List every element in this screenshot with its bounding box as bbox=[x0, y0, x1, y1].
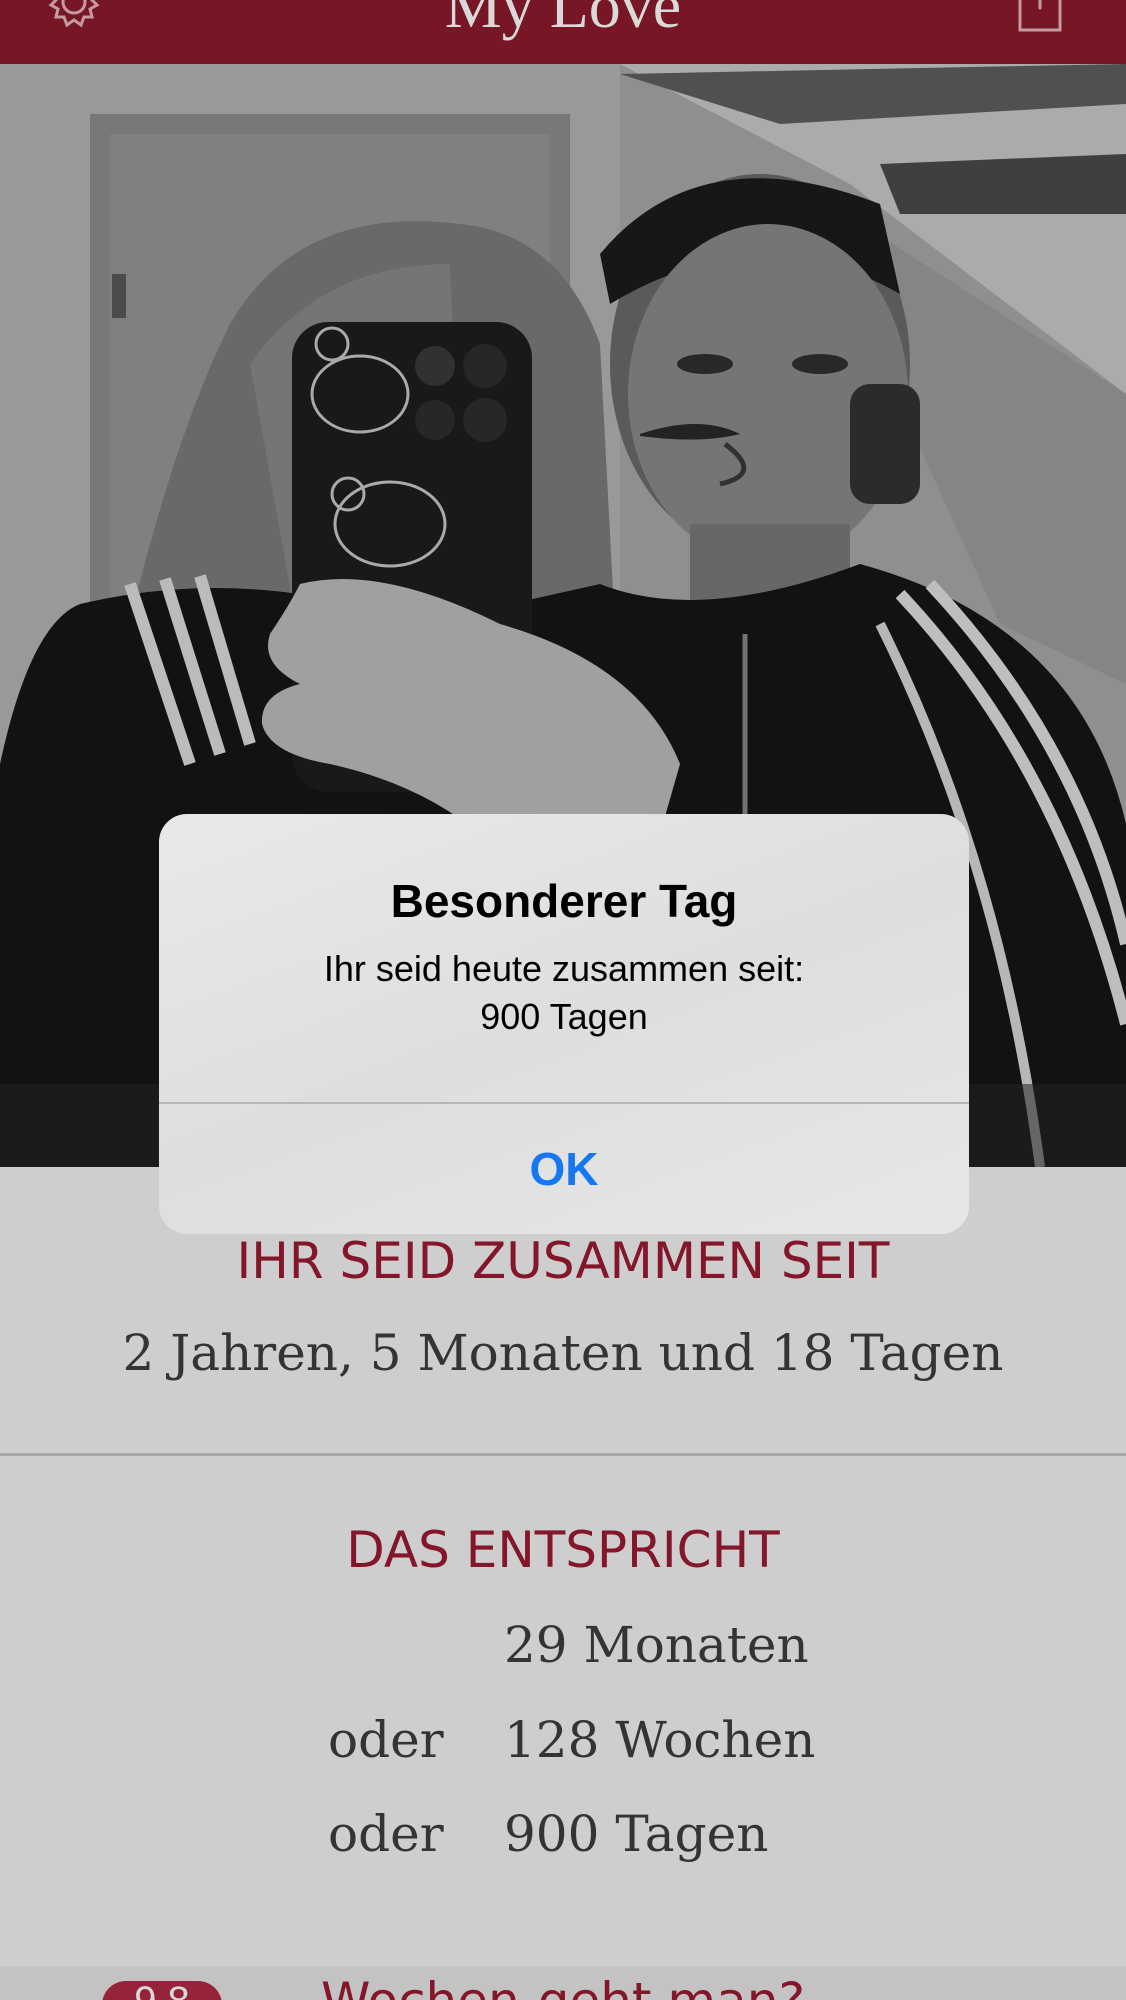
alert-message-line1: Ihr seid heute zusammen seit: bbox=[323, 948, 805, 989]
alert-dialog: Besonderer Tag Ihr seid heute zusammen s… bbox=[159, 814, 969, 1234]
alert-title: Besonderer Tag bbox=[390, 875, 738, 927]
ok-button[interactable]: OK bbox=[159, 1104, 969, 1234]
alert-message-line2: 900 Tagen bbox=[480, 996, 648, 1037]
